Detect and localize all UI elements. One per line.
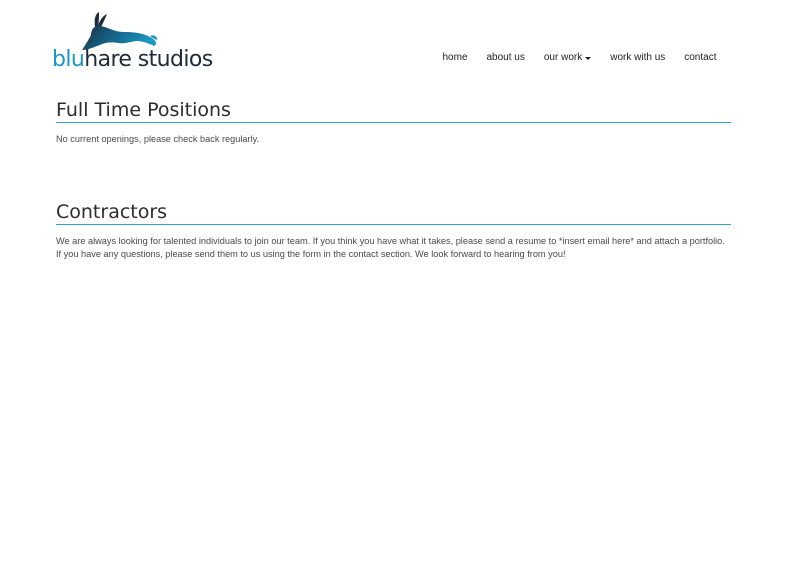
hare-icon xyxy=(82,12,158,50)
fulltime-section: Full Time Positions No current openings,… xyxy=(56,99,731,146)
site-logo[interactable]: bluhare studios xyxy=(52,10,213,73)
nav-contact[interactable]: contact xyxy=(675,49,726,67)
nav-our-work-dropdown[interactable]: our work xyxy=(534,49,600,67)
fulltime-body: No current openings, please check back r… xyxy=(56,134,260,144)
logo-wordmark-rest: hare studios xyxy=(84,47,213,72)
logo-wordmark-accent: blu xyxy=(52,47,85,72)
nav-about[interactable]: about us xyxy=(477,49,534,67)
fulltime-heading: Full Time Positions xyxy=(56,99,731,123)
caret-down-icon xyxy=(585,56,592,60)
main-nav: home about us our work work with us cont… xyxy=(433,49,726,67)
nav-our-work-label: our work xyxy=(543,52,583,63)
contractors-heading: Contractors xyxy=(56,201,731,225)
contractors-body: We are always looking for talented indiv… xyxy=(56,236,725,259)
contractors-section: Contractors We are always looking for ta… xyxy=(56,201,731,260)
nav-work-with-us[interactable]: work with us xyxy=(601,49,675,67)
nav-home[interactable]: home xyxy=(433,49,477,67)
logo-wordmark: bluhare studios xyxy=(52,47,213,73)
